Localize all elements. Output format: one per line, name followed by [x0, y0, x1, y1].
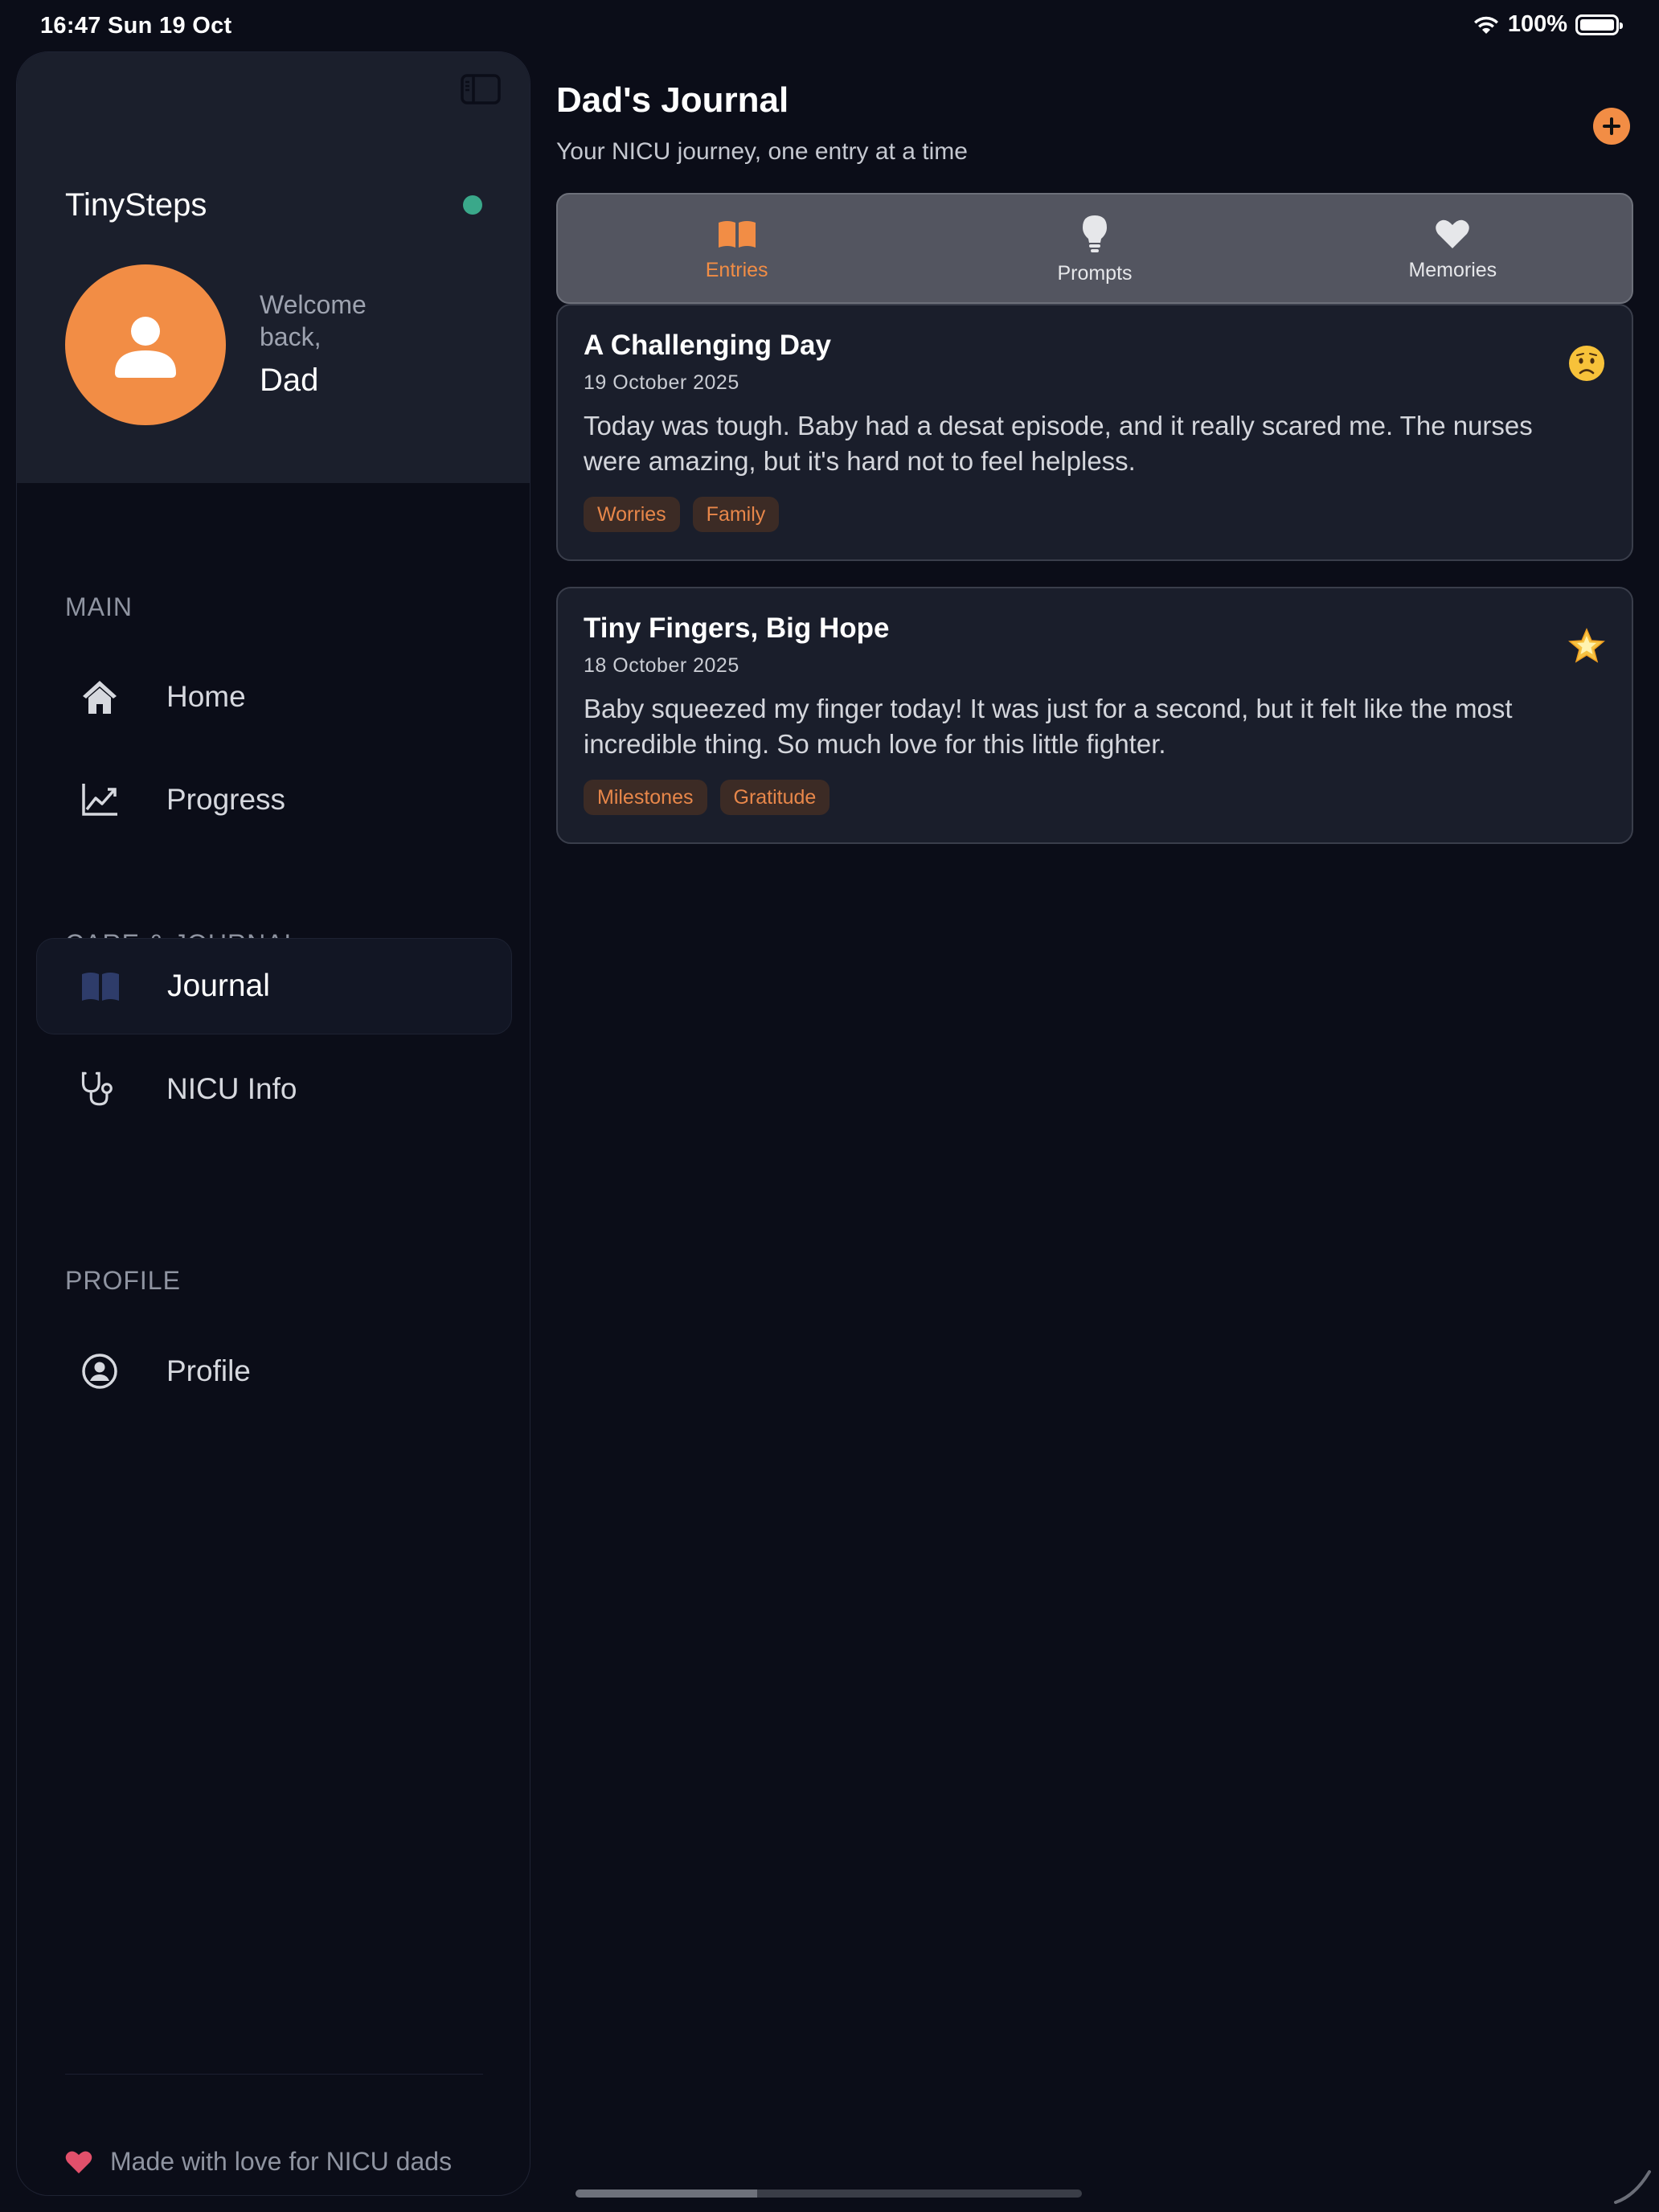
book-icon	[718, 221, 756, 248]
lightbulb-icon	[1082, 215, 1107, 252]
user-name: Dad	[260, 363, 319, 398]
heart-icon	[65, 2151, 92, 2173]
battery-icon	[1575, 14, 1623, 35]
entry-date: 19 October 2025	[584, 371, 739, 394]
entry-body: Baby squeezed my finger today! It was ju…	[584, 694, 1513, 759]
entry-title: Tiny Fingers, Big Hope	[584, 612, 890, 644]
entry-tags: Worries Family	[584, 497, 780, 532]
sidebar-item-label: Journal	[167, 969, 270, 1003]
home-indicator[interactable]	[576, 2189, 1082, 2198]
status-time: 16:47 Sun 19 Oct	[40, 13, 232, 39]
status-indicators: 100%	[1473, 11, 1623, 38]
entry-date: 18 October 2025	[584, 654, 739, 677]
sidebar-header	[17, 52, 530, 483]
sidebar-item-journal[interactable]: Journal	[36, 938, 512, 1034]
plus-icon	[1603, 117, 1620, 135]
tab-entries[interactable]: Entries	[558, 195, 916, 302]
sidebar-footer: Made with love for NICU dads	[65, 2147, 452, 2177]
stethoscope-icon	[80, 1069, 120, 1109]
sidebar-item-nicu-info[interactable]: NICU Info	[36, 1041, 512, 1137]
entry-body: Today was tough. Baby had a desat episod…	[584, 411, 1533, 476]
resize-handle-icon[interactable]	[1611, 2164, 1654, 2207]
house-icon	[80, 677, 120, 717]
sidebar-item-profile[interactable]: Profile	[36, 1323, 512, 1419]
avatar[interactable]	[65, 264, 226, 425]
online-status-dot	[463, 195, 482, 215]
tag-chip[interactable]: Worries	[584, 497, 680, 532]
heart-icon	[1436, 219, 1470, 248]
entry-tags: Milestones Gratitude	[584, 780, 830, 815]
tab-memories[interactable]: Memories	[1274, 195, 1632, 302]
tag-chip[interactable]: Family	[692, 497, 780, 532]
footer-divider	[65, 2074, 483, 2075]
wifi-icon	[1473, 16, 1498, 34]
sidebar-item-progress[interactable]: Progress	[36, 752, 512, 848]
tab-label: Memories	[1408, 259, 1497, 281]
sidebar-item-label: Home	[166, 680, 246, 713]
app-name: TinySteps	[65, 187, 207, 223]
battery-percent: 100%	[1507, 11, 1567, 37]
tab-label: Prompts	[1057, 262, 1133, 285]
section-label-main: MAIN	[65, 592, 133, 621]
journal-entry-card[interactable]: A Challenging Day 19 October 2025 Today …	[556, 304, 1633, 561]
chart-line-icon	[80, 780, 120, 820]
sidebar-item-home[interactable]: Home	[36, 649, 512, 745]
page-subtitle: Your NICU journey, one entry at a time	[556, 138, 968, 165]
add-entry-button[interactable]	[1593, 108, 1630, 145]
person-circle-icon	[80, 1351, 120, 1391]
welcome-text: Welcome back,	[260, 290, 367, 351]
tab-prompts[interactable]: Prompts	[916, 195, 1273, 302]
worried-face-emoji	[1569, 346, 1604, 381]
sidebar-toggle-icon[interactable]	[461, 73, 501, 105]
entry-title: A Challenging Day	[584, 330, 831, 361]
sidebar-item-label: Progress	[166, 783, 286, 816]
journal-entry-card[interactable]: Tiny Fingers, Big Hope 18 October 2025 B…	[556, 587, 1633, 844]
journal-tabs: Entries Prompts Memories	[556, 193, 1633, 304]
star-emoji	[1568, 628, 1605, 663]
tag-chip[interactable]: Milestones	[584, 780, 707, 815]
screen: 16:47 Sun 19 Oct 100% TinySteps Welcome …	[0, 0, 1659, 2212]
sidebar-item-label: Profile	[166, 1354, 251, 1387]
tab-label: Entries	[705, 259, 768, 281]
page-title: Dad's Journal	[556, 80, 789, 120]
sidebar: TinySteps Welcome back, Dad MAIN Home Pr…	[16, 51, 530, 2196]
section-label-profile: PROFILE	[65, 1266, 181, 1295]
footer-text: Made with love for NICU dads	[110, 2147, 453, 2176]
sidebar-item-label: NICU Info	[166, 1072, 297, 1105]
book-icon	[80, 966, 121, 1006]
person-icon	[115, 317, 176, 378]
tag-chip[interactable]: Gratitude	[719, 780, 830, 815]
